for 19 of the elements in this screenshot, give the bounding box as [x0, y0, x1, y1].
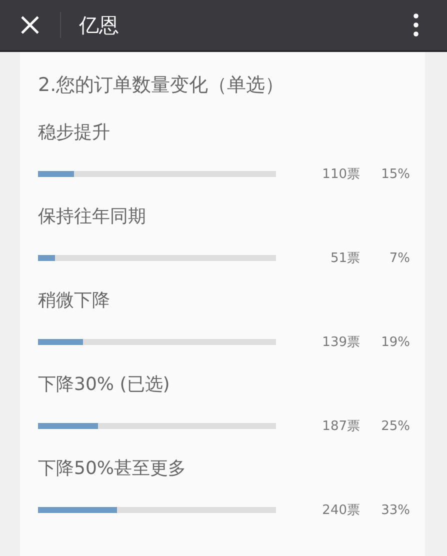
- option-label: 下降30% (已选): [38, 373, 171, 396]
- page-title: 亿恩: [79, 12, 120, 38]
- option-label: 稳步提升: [38, 121, 111, 144]
- question-title: 2.您的订单数量变化（单选）: [38, 73, 286, 98]
- vote-count: 240票: [321, 502, 360, 519]
- vote-count: 187票: [321, 418, 360, 435]
- vote-count: 51票: [329, 250, 360, 267]
- vote-count: 139票: [321, 334, 360, 351]
- vote-percent: 33%: [380, 502, 410, 518]
- vote-percent: 15%: [380, 166, 410, 182]
- option-label: 下降50%甚至更多: [38, 457, 188, 480]
- option-label: 保持往年同期: [38, 205, 147, 228]
- more-icon[interactable]: [413, 13, 419, 37]
- vote-count: 110票: [321, 166, 360, 183]
- vote-percent: 7%: [388, 250, 410, 266]
- option-label: 稍微下降: [38, 289, 111, 312]
- close-icon[interactable]: [20, 15, 40, 35]
- vote-percent: 19%: [380, 334, 410, 350]
- vote-percent: 25%: [380, 418, 410, 434]
